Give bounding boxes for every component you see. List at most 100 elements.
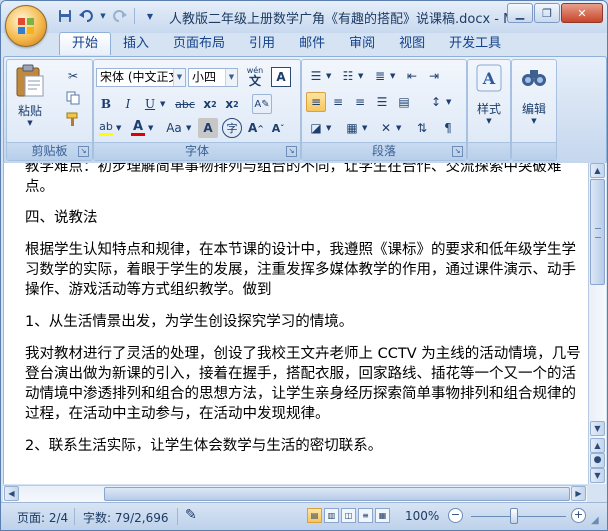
tab-insert[interactable]: 插入 — [111, 33, 161, 55]
zoom-slider[interactable] — [510, 508, 518, 524]
font-color-dropdown-icon[interactable]: ▼ — [148, 124, 153, 132]
superscript-button[interactable]: x2 — [222, 94, 242, 114]
sort-icon[interactable]: ⇅ — [412, 118, 432, 138]
print-layout-view-icon[interactable]: ▤ — [307, 508, 322, 523]
font-launcher-icon[interactable]: ↘ — [286, 146, 297, 157]
justify-icon[interactable]: ☰ — [372, 92, 392, 112]
character-border-button[interactable]: A — [271, 67, 291, 87]
borders-icon[interactable]: ▦ — [342, 118, 362, 138]
phonetic-guide-button[interactable]: wén 文 — [243, 66, 267, 88]
decrease-indent-icon[interactable]: ⇤ — [402, 66, 422, 86]
draft-view-icon[interactable]: ▦ — [375, 508, 390, 523]
tab-review[interactable]: 审阅 — [337, 33, 387, 55]
format-painter-icon[interactable] — [63, 110, 83, 130]
numbering-icon[interactable]: ☷ — [338, 66, 358, 86]
outline-view-icon[interactable]: ≡ — [358, 508, 373, 523]
underline-button[interactable]: U — [140, 94, 160, 114]
align-right-icon[interactable]: ≡ — [350, 92, 370, 112]
shrink-font-button[interactable]: Aˇ — [268, 118, 288, 138]
underline-dropdown-icon[interactable]: ▼ — [160, 100, 165, 108]
font-size-combo[interactable]: 小四 ▼ — [188, 68, 238, 87]
clear-formatting-icon[interactable]: A✎ — [252, 94, 272, 114]
font-name-combo[interactable]: 宋体 (中文正文 ▼ — [96, 68, 186, 87]
scroll-down-icon[interactable]: ▼ — [590, 421, 605, 436]
tab-view[interactable]: 视图 — [387, 33, 437, 55]
show-marks-icon[interactable]: ¶ — [438, 118, 458, 138]
page-count[interactable]: 页面: 2/4 — [17, 509, 68, 526]
document-area[interactable]: 教学难点：初步理解简单事物排列与组合的不同，让学生在合作、交流探索中突破难点。 … — [3, 163, 588, 484]
tab-references[interactable]: 引用 — [237, 33, 287, 55]
close-button[interactable]: ✕ — [561, 3, 603, 23]
highlight-dropdown-icon[interactable]: ▼ — [116, 124, 121, 132]
enclose-characters-button[interactable]: 字 — [222, 118, 242, 138]
paragraph-launcher-icon[interactable]: ↘ — [452, 146, 463, 157]
next-page-icon[interactable]: ▼ — [590, 468, 605, 483]
tab-mailings[interactable]: 邮件 — [287, 33, 337, 55]
line-spacing-dropdown-icon[interactable]: ▼ — [446, 98, 451, 106]
align-left-icon[interactable]: ≡ — [306, 92, 326, 112]
full-screen-reading-icon[interactable]: ▥ — [324, 508, 339, 523]
scroll-left-icon[interactable]: ◀ — [4, 486, 19, 501]
undo-icon[interactable] — [77, 7, 97, 25]
borders-dropdown-icon[interactable]: ▼ — [362, 124, 367, 132]
asian-layout-icon[interactable]: ✕ — [376, 118, 396, 138]
tab-developer[interactable]: 开发工具 — [437, 33, 513, 55]
vertical-scroll-thumb[interactable] — [590, 179, 605, 285]
tab-home[interactable]: 开始 — [59, 32, 112, 55]
copy-icon[interactable] — [63, 88, 83, 108]
minimize-button[interactable]: ▁ — [507, 3, 533, 23]
chevron-down-icon[interactable]: ▼ — [225, 69, 237, 86]
customize-icon[interactable]: ▼ — [140, 7, 160, 25]
office-button[interactable] — [5, 5, 47, 47]
horizontal-scroll-thumb[interactable] — [104, 487, 570, 501]
scroll-right-icon[interactable]: ▶ — [571, 486, 586, 501]
undo-dropdown-icon[interactable]: ▼ — [99, 7, 107, 25]
editing-button[interactable]: 编辑 ▼ — [515, 64, 553, 138]
zoom-out-icon[interactable]: − — [448, 508, 463, 523]
browse-object-icon[interactable]: ● — [590, 453, 605, 468]
word-count[interactable]: 字数: 79/2,696 — [83, 509, 169, 526]
redo-icon[interactable] — [109, 7, 129, 25]
web-layout-icon[interactable]: ◫ — [341, 508, 356, 523]
strikethrough-button[interactable]: abc — [172, 94, 198, 114]
save-icon[interactable] — [55, 7, 75, 25]
line-spacing-icon[interactable]: ↕ — [426, 92, 446, 112]
change-case-dropdown-icon[interactable]: ▼ — [186, 124, 191, 132]
clipboard-launcher-icon[interactable]: ↘ — [78, 146, 89, 157]
paste-button[interactable]: 粘贴 ▼ — [11, 64, 49, 138]
italic-button[interactable]: I — [118, 94, 138, 114]
font-color-button[interactable]: A — [128, 118, 148, 138]
grow-font-button[interactable]: A ^ — [246, 118, 266, 138]
character-shading-button[interactable]: A — [198, 118, 218, 138]
tab-page-layout[interactable]: 页面布局 — [161, 33, 237, 55]
cut-icon[interactable]: ✂ — [63, 66, 83, 86]
align-center-icon[interactable]: ≡ — [328, 92, 348, 112]
shading-dropdown-icon[interactable]: ▼ — [326, 124, 331, 132]
styles-button[interactable]: A 样式 ▼ — [470, 64, 508, 138]
proofing-icon[interactable]: ✎ — [185, 507, 197, 523]
distributed-icon[interactable]: ▤ — [394, 92, 414, 112]
zoom-slider-track[interactable] — [471, 516, 566, 517]
multilevel-dropdown-icon[interactable]: ▼ — [390, 72, 395, 80]
multilevel-list-icon[interactable]: ≣ — [370, 66, 390, 86]
horizontal-scrollbar[interactable]: ◀ ▶ — [3, 485, 587, 502]
change-case-button[interactable]: Aa — [162, 118, 186, 138]
shading-icon[interactable]: ◪ — [306, 118, 326, 138]
vertical-scrollbar[interactable]: ▲ ▼ ▲ ● ▼ — [588, 163, 606, 484]
zoom-in-icon[interactable]: + — [571, 508, 586, 523]
scroll-up-icon[interactable]: ▲ — [590, 163, 605, 178]
chevron-down-icon[interactable]: ▼ — [173, 69, 185, 86]
numbering-dropdown-icon[interactable]: ▼ — [358, 72, 363, 80]
asian-layout-dropdown-icon[interactable]: ▼ — [396, 124, 401, 132]
previous-page-icon[interactable]: ▲ — [590, 438, 605, 453]
bold-button[interactable]: B — [96, 94, 116, 114]
document-page[interactable]: 教学难点：初步理解简单事物排列与组合的不同，让学生在合作、交流探索中突破难点。 … — [25, 163, 585, 468]
highlight-button[interactable]: ab — [96, 118, 116, 138]
restore-button[interactable]: ❐ — [534, 3, 560, 23]
bullets-dropdown-icon[interactable]: ▼ — [326, 72, 331, 80]
bullets-icon[interactable]: ☰ — [306, 66, 326, 86]
increase-indent-icon[interactable]: ⇥ — [424, 66, 444, 86]
resize-grip-icon[interactable]: ◢ — [591, 515, 599, 526]
zoom-level[interactable]: 100% — [405, 509, 439, 523]
subscript-button[interactable]: x2 — [200, 94, 220, 114]
